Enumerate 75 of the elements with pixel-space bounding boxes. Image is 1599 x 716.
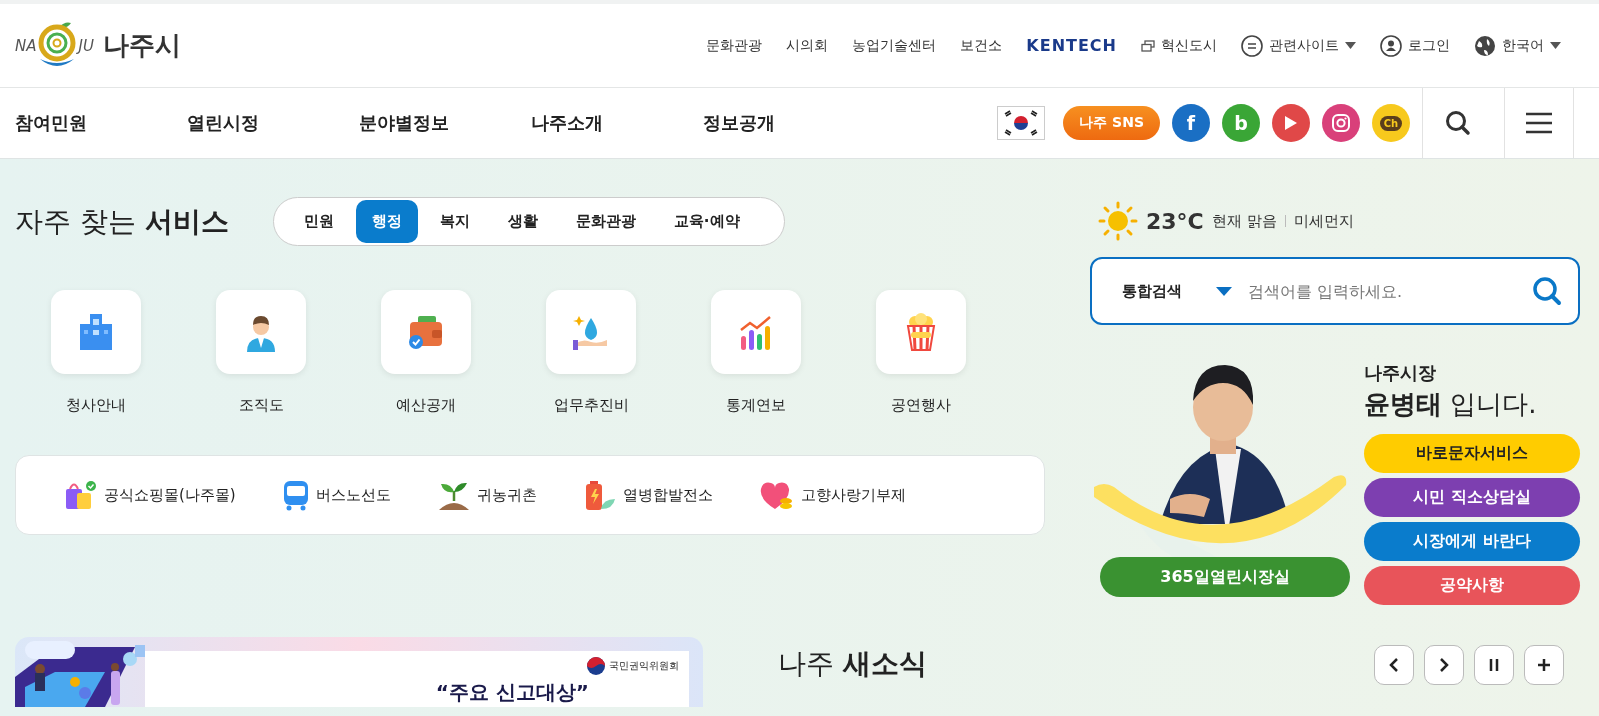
- temperature: 23°C: [1146, 208, 1204, 234]
- mayor-service-button[interactable]: 시장에게 바란다: [1364, 522, 1580, 561]
- section-title: 자주 찾는 서비스: [15, 203, 229, 240]
- shopping-bag-icon: [64, 479, 98, 511]
- mayor-name: 윤병태 입니다.: [1364, 388, 1538, 421]
- category-tab[interactable]: 민원: [287, 200, 350, 243]
- caret-icon: [1345, 42, 1356, 49]
- menu-button[interactable]: [1504, 88, 1574, 158]
- logo-letters: NA: [15, 36, 37, 55]
- category-tab[interactable]: 교육·예약: [657, 200, 756, 243]
- social-button[interactable]: f: [1172, 104, 1210, 142]
- organization-name: 국민권익위원회: [609, 659, 679, 673]
- play-icon: [1284, 115, 1298, 131]
- search-icon: [1444, 110, 1471, 136]
- main-menu-item[interactable]: 나주소개: [531, 111, 703, 135]
- emblem-icon: [587, 657, 605, 675]
- category-tab[interactable]: 생활: [491, 200, 554, 243]
- previous-button[interactable]: [1374, 645, 1414, 685]
- caret-icon: [1216, 286, 1232, 296]
- banner-card[interactable]: 국민권익위원회 “주요 신고대상”: [15, 637, 703, 707]
- bus-icon: [281, 479, 310, 511]
- brand-link[interactable]: KENTECH: [1026, 36, 1117, 55]
- fine-dust-label: 미세먼지: [1293, 211, 1354, 231]
- list-icon: [1241, 34, 1263, 57]
- site-logo-text[interactable]: 나주시: [102, 28, 181, 63]
- plus-icon: [1537, 658, 1551, 672]
- utility-link[interactable]: 로그인: [1380, 34, 1450, 57]
- utility-link[interactable]: 보건소: [960, 36, 1003, 55]
- logo-letters: JU: [78, 36, 94, 55]
- globe-icon: [1474, 34, 1496, 57]
- mayor-title: 나주시장: [1364, 361, 1437, 385]
- search-scope-select[interactable]: 통합검색: [1122, 281, 1232, 301]
- category-tab[interactable]: 행정: [355, 200, 418, 243]
- social-button[interactable]: Ch: [1372, 104, 1410, 142]
- next-button[interactable]: [1424, 645, 1464, 685]
- category-tab[interactable]: 문화관광: [559, 200, 652, 243]
- quick-link[interactable]: 열병합발전소: [582, 479, 713, 511]
- search-icon[interactable]: [1532, 276, 1562, 306]
- search-field[interactable]: 통합검색 검색어를 입력하세요.: [1090, 257, 1580, 325]
- pause-icon: [1489, 658, 1499, 672]
- pause-button[interactable]: [1474, 645, 1514, 685]
- flag-icon[interactable]: [997, 106, 1046, 140]
- quick-link[interactable]: 공식쇼핑몰(나주몰): [64, 479, 236, 511]
- sun-icon: [1098, 201, 1138, 241]
- menu-icon: [1525, 112, 1553, 134]
- mayor-service-button[interactable]: 공약사항: [1364, 566, 1580, 605]
- chevron-right-icon: [1439, 658, 1449, 672]
- utility-link[interactable]: 시의회: [786, 36, 829, 55]
- main-menu-item[interactable]: 정보공개: [703, 111, 875, 135]
- caret-icon: [1550, 42, 1561, 49]
- utility-link[interactable]: 혁신도시: [1141, 36, 1217, 55]
- weather-condition: 현재 맑음: [1211, 211, 1277, 231]
- mayor-service-button[interactable]: 시민 직소상담실: [1364, 478, 1580, 517]
- quick-link[interactable]: 귀농귀촌: [436, 479, 537, 511]
- section-title: 나주 새소식: [778, 646, 927, 682]
- utility-link[interactable]: 한국어: [1474, 34, 1561, 57]
- camera-icon: [1331, 113, 1351, 133]
- utility-link[interactable]: 관련사이트: [1241, 34, 1356, 57]
- utility-link[interactable]: 문화관광: [706, 36, 763, 55]
- social-button[interactable]: [1322, 104, 1360, 142]
- main-menu-item[interactable]: 분야별정보: [359, 111, 531, 135]
- mayor-office-button[interactable]: 365일열린시장실: [1100, 557, 1350, 597]
- mayor-service-button[interactable]: 바로문자서비스: [1364, 434, 1580, 473]
- chevron-left-icon: [1389, 658, 1399, 672]
- banner-headline: “주요 신고대상”: [435, 679, 589, 706]
- windows-icon: [1141, 39, 1155, 52]
- quick-link[interactable]: 고향사랑기부제: [758, 479, 906, 511]
- category-tab[interactable]: 복지: [423, 200, 486, 243]
- user-icon: [1380, 34, 1402, 57]
- utility-link[interactable]: 농업기술센터: [852, 36, 937, 55]
- quick-link[interactable]: 버스노선도: [281, 479, 391, 511]
- main-menu-item[interactable]: 참여민원: [15, 111, 187, 135]
- main-menu-item[interactable]: 열린시정: [187, 111, 359, 135]
- social-button[interactable]: [1272, 104, 1310, 142]
- more-button[interactable]: [1524, 645, 1564, 685]
